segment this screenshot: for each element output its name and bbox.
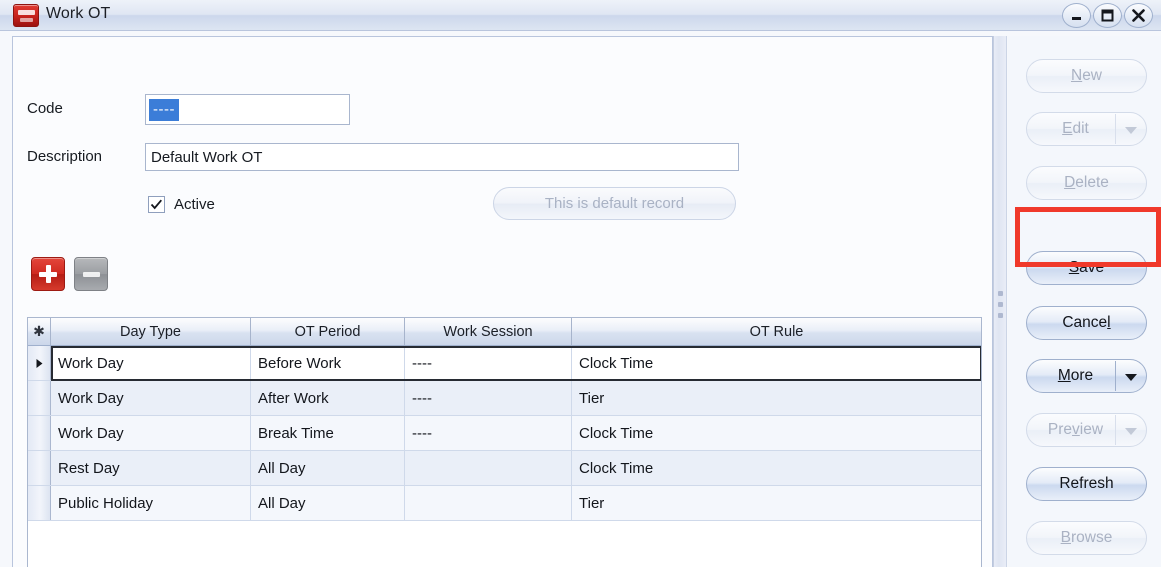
active-checkbox[interactable]: Active — [148, 196, 215, 213]
minus-icon — [82, 271, 100, 277]
cell-ot-rule[interactable]: Tier — [572, 486, 981, 520]
cell-day-type[interactable]: Work Day — [51, 346, 251, 380]
splitter-grip-dot — [998, 313, 1003, 318]
browse-button-label: Browse — [1060, 529, 1113, 546]
splitter-grip-dot — [998, 302, 1003, 307]
table-row[interactable]: Work Day After Work ---- Tier — [28, 381, 981, 416]
cell-day-type[interactable]: Rest Day — [51, 451, 251, 485]
more-button[interactable]: More — [1026, 359, 1147, 393]
cell-ot-rule[interactable]: Tier — [572, 381, 981, 415]
preview-button: Preview — [1026, 413, 1147, 447]
save-button-label: Save — [1068, 259, 1105, 276]
description-input[interactable] — [145, 143, 739, 171]
check-icon — [150, 199, 162, 210]
window-controls — [1062, 3, 1153, 28]
column-header-ot-rule[interactable]: OT Rule — [572, 318, 981, 345]
cell-ot-period[interactable]: After Work — [251, 381, 405, 415]
panel-splitter[interactable] — [993, 36, 1007, 567]
new-button-label: New — [1070, 67, 1103, 84]
table-row[interactable]: Work Day Before Work ---- Clock Time — [28, 346, 981, 381]
more-split-divider — [1115, 361, 1116, 391]
close-button[interactable] — [1124, 3, 1153, 28]
delete-button-label: Delete — [1064, 174, 1109, 191]
cell-ot-rule[interactable]: Clock Time — [572, 416, 981, 450]
title-bar: Work OT — [0, 0, 1161, 31]
grid-row-wrapper: Work Day Before Work ---- Clock Time — [28, 346, 981, 381]
grid-empty-area — [28, 521, 981, 567]
window-title: Work OT — [46, 5, 111, 22]
checkbox-box[interactable] — [148, 196, 165, 213]
cell-ot-period[interactable]: Before Work — [251, 346, 405, 380]
work-ot-window: Work OT Code ---- Description Default Wo… — [0, 0, 1161, 567]
cell-ot-rule[interactable]: Clock Time — [572, 346, 981, 380]
close-icon — [1132, 9, 1145, 22]
column-header-work-session[interactable]: Work Session — [405, 318, 572, 345]
cancel-button-label: Cancel — [1062, 314, 1111, 331]
cell-day-type[interactable]: Work Day — [51, 416, 251, 450]
refresh-button-label: Refresh — [1059, 475, 1114, 492]
grid-toolbar — [31, 257, 108, 291]
cell-work-session[interactable]: ---- — [405, 346, 572, 380]
column-header-ot-period[interactable]: OT Period — [251, 318, 405, 345]
code-label: Code — [27, 100, 63, 117]
table-row[interactable]: Work Day Break Time ---- Clock Time — [28, 416, 981, 451]
current-row-arrow-icon — [36, 358, 42, 368]
column-header-day-type[interactable]: Day Type — [51, 318, 251, 345]
action-button-panel: New Edit Delete Save Cancel More Preview — [1008, 36, 1161, 567]
edit-button: Edit — [1026, 112, 1147, 146]
cell-work-session[interactable]: ---- — [405, 416, 572, 450]
chevron-down-icon[interactable] — [1125, 374, 1137, 381]
row-indicator[interactable] — [28, 416, 51, 450]
cell-work-session[interactable]: ---- — [405, 381, 572, 415]
chevron-down-icon — [1125, 127, 1137, 134]
chevron-down-icon — [1125, 428, 1137, 435]
more-button-label: More — [1057, 367, 1094, 384]
refresh-button[interactable]: Refresh — [1026, 467, 1147, 501]
main-content-panel: Code ---- Description Active This is def… — [12, 36, 993, 567]
table-row[interactable]: Rest Day All Day Clock Time — [28, 451, 981, 486]
cancel-button[interactable]: Cancel — [1026, 306, 1147, 340]
edit-button-label: Edit — [1062, 120, 1089, 137]
grid-header-indicator: ✱ — [28, 318, 51, 345]
code-input[interactable] — [145, 94, 350, 125]
row-indicator[interactable] — [28, 346, 51, 380]
maximize-button[interactable] — [1093, 3, 1122, 28]
plus-icon-vertical — [45, 265, 51, 283]
grid-header-row: ✱ Day Type OT Period Work Session OT Rul… — [28, 318, 981, 346]
ot-rules-grid[interactable]: ✱ Day Type OT Period Work Session OT Rul… — [27, 317, 982, 567]
edit-split-divider — [1115, 114, 1116, 144]
browse-button: Browse — [1026, 521, 1147, 555]
active-label: Active — [174, 196, 215, 213]
minimize-button[interactable] — [1062, 3, 1091, 28]
new-button: New — [1026, 59, 1147, 93]
splitter-grip-dot — [998, 291, 1003, 296]
cell-day-type[interactable]: Public Holiday — [51, 486, 251, 520]
cell-ot-period[interactable]: All Day — [251, 451, 405, 485]
delete-button: Delete — [1026, 166, 1147, 200]
save-button[interactable]: Save — [1026, 251, 1147, 285]
row-indicator[interactable] — [28, 381, 51, 415]
cell-ot-period[interactable]: All Day — [251, 486, 405, 520]
cell-work-session[interactable] — [405, 486, 572, 520]
preview-button-label: Preview — [1047, 421, 1104, 438]
remove-row-button — [74, 257, 108, 291]
minimize-icon — [1072, 17, 1081, 20]
app-icon — [13, 4, 39, 27]
description-label: Description — [27, 148, 103, 165]
table-row[interactable]: Public Holiday All Day Tier — [28, 486, 981, 521]
add-row-button[interactable] — [31, 257, 65, 291]
default-record-badge: This is default record — [493, 187, 736, 220]
cell-work-session[interactable] — [405, 451, 572, 485]
preview-split-divider — [1115, 415, 1116, 445]
cell-day-type[interactable]: Work Day — [51, 381, 251, 415]
maximize-icon — [1101, 9, 1114, 22]
cell-ot-period[interactable]: Break Time — [251, 416, 405, 450]
row-indicator[interactable] — [28, 451, 51, 485]
row-indicator[interactable] — [28, 486, 51, 520]
cell-ot-rule[interactable]: Clock Time — [572, 451, 981, 485]
